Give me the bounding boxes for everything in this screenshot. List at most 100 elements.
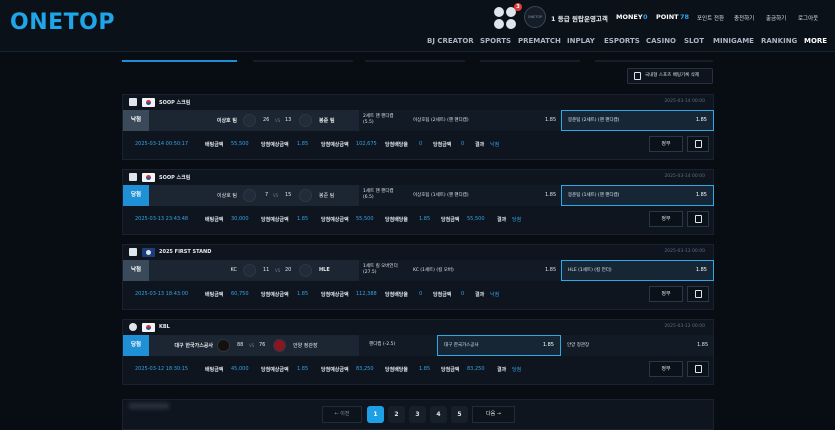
tab-sports-history[interactable] (122, 60, 237, 62)
win-amount: 0 (461, 141, 465, 147)
away-team: 봉준 팀 (319, 193, 335, 199)
nav-esports[interactable]: ESPORTS (604, 37, 640, 45)
nav-casino[interactable]: CASINO (646, 37, 676, 45)
delete-bet-button[interactable] (687, 286, 709, 302)
onetop-logo[interactable]: ONETOP (10, 10, 115, 35)
result-value: 낙첨 (490, 142, 500, 148)
bet-amount: 45,000 (231, 366, 249, 372)
bet-odds: 1.85 (297, 291, 309, 297)
bet-amount: 60,750 (231, 291, 249, 297)
market-name: 1세트 핸 핸디캡 (6.5) (363, 189, 394, 200)
korea-flag-icon (142, 173, 155, 182)
away-logo-icon (273, 339, 286, 352)
bet-match-row: 당첨 대구 한국가스공사 88 VS 76 안양 정관장 핸디캡 (-2.5) … (123, 335, 713, 356)
basketball-icon (129, 323, 137, 331)
trash-icon (634, 72, 641, 80)
nav-sports[interactable]: SPORTS (480, 37, 511, 45)
result-value: 낙첨 (490, 292, 500, 298)
delete-bet-button[interactable] (687, 211, 709, 227)
avatar[interactable]: ONETOP (524, 6, 546, 28)
nav-minigame[interactable]: MINIGAME (713, 37, 754, 45)
money-label: MONEY (616, 13, 643, 21)
away-team: 안양 정관장 (293, 343, 318, 349)
option-home-odd: 1.85 (545, 117, 557, 123)
win-odds: 1.85 (419, 366, 431, 372)
away-team: HLE (319, 267, 330, 273)
detail-button[interactable]: 정부 (649, 286, 683, 302)
page-2-button[interactable]: 2 (388, 406, 405, 423)
tab-other-history[interactable] (595, 60, 713, 62)
away-score: 20 (285, 267, 292, 273)
result-value: 당첨 (512, 217, 522, 223)
delete-bet-button[interactable] (687, 136, 709, 152)
expected-amount: 102,675 (356, 141, 377, 147)
nav-inplay[interactable]: INPLAY (567, 37, 595, 45)
profile-menu-icon[interactable] (494, 7, 518, 31)
bet-card: 2025 FIRST STAND 2025-03-13 00:00 낙첨 KC … (122, 244, 714, 310)
detail-button[interactable]: 정부 (649, 361, 683, 377)
away-score: 76 (259, 342, 266, 348)
delete-history-button[interactable]: 국내형 스포츠 배팅기록 삭제 (627, 68, 713, 84)
detail-button[interactable]: 정부 (649, 211, 683, 227)
home-logo-icon (243, 189, 256, 202)
nav-prematch[interactable]: PREMATCH (518, 37, 561, 45)
page-4-button[interactable]: 4 (430, 406, 447, 423)
home-logo-icon (243, 264, 256, 277)
bet-odds: 1.85 (297, 141, 309, 147)
status-badge: 당첨 (123, 185, 149, 206)
home-score: 88 (237, 342, 244, 348)
korea-flag-icon (142, 98, 155, 107)
next-page-button[interactable]: 다음 → (472, 406, 515, 423)
home-logo-icon (217, 339, 230, 352)
selected-option: 봉준팀 (2세트) (핸 핸디캡) 1.85 (561, 110, 714, 131)
bet-date: 2025-03-12 18:30:15 (135, 366, 189, 372)
detail-button[interactable]: 정부 (649, 136, 683, 152)
tab-other-history[interactable] (365, 60, 465, 62)
home-team: KC (230, 267, 238, 273)
bet-card-header: SOOP 스크림 2025-03-14 00:00 (123, 170, 713, 184)
home-logo-icon (243, 114, 256, 127)
option-home-odd: 1.85 (545, 267, 557, 273)
trash-icon (695, 290, 702, 298)
vs-label: VS (275, 267, 281, 273)
page-1-button[interactable]: 1 (367, 406, 384, 423)
bet-card-header: KBL 2025-03-12 00:00 (123, 320, 713, 334)
win-odds: 0 (419, 291, 423, 297)
deposit-link[interactable]: 충전하기 (734, 14, 754, 22)
nav-more[interactable]: MORE (804, 37, 827, 45)
option-home: 이상호팀 (2세트) (핸 핸디캡) (413, 118, 469, 123)
option-away-odd: 1.85 (697, 342, 709, 348)
point-label: POINT (656, 13, 679, 21)
logout-link[interactable]: 로그아웃 (798, 14, 818, 22)
away-score: 13 (285, 117, 292, 123)
prev-page-button[interactable]: ← 이전 (322, 406, 362, 423)
market-name: 핸디캡 (-2.5) (369, 342, 396, 347)
bet-match-row: 낙첨 이상호 팀 26 VS 13 봉준 팀 2세트 핸 핸디캡 (5.5) 이상… (123, 110, 714, 131)
bet-odds: 1.85 (297, 366, 309, 372)
match-time: 2025-03-14 00:00 (664, 174, 705, 179)
tab-other-history[interactable] (253, 60, 353, 62)
away-logo-icon (299, 264, 312, 277)
delete-bet-button[interactable] (687, 361, 709, 377)
page-3-button[interactable]: 3 (409, 406, 426, 423)
nav-ranking[interactable]: RANKING (761, 37, 797, 45)
home-score: 7 (265, 192, 269, 198)
league-name: 2025 FIRST STAND (159, 249, 212, 255)
nav-slot[interactable]: SLOT (684, 37, 704, 45)
league-name: SOOP 스크림 (159, 175, 191, 181)
nav-bj-creator[interactable]: BJ CREATOR (427, 37, 474, 45)
withdraw-link[interactable]: 출금하기 (766, 14, 786, 22)
result-value: 당첨 (512, 367, 522, 373)
option-home: KC (1세트) (킬 오버) (413, 268, 454, 273)
tab-other-history[interactable] (480, 60, 580, 62)
trash-icon (695, 365, 702, 373)
vs-label: VS (273, 192, 279, 198)
notification-badge: 3 (514, 3, 522, 11)
page-5-button[interactable]: 5 (451, 406, 468, 423)
money-value: 0 (643, 13, 648, 21)
selected-option: HLE (1세트) (킬 언더) 1.85 (561, 260, 714, 281)
bet-date: 2025-03-13 23:43:48 (135, 216, 189, 222)
point-convert-link[interactable]: 포인트 전환 (697, 14, 724, 22)
status-badge: 당첨 (123, 335, 149, 356)
doc-icon (129, 98, 137, 106)
